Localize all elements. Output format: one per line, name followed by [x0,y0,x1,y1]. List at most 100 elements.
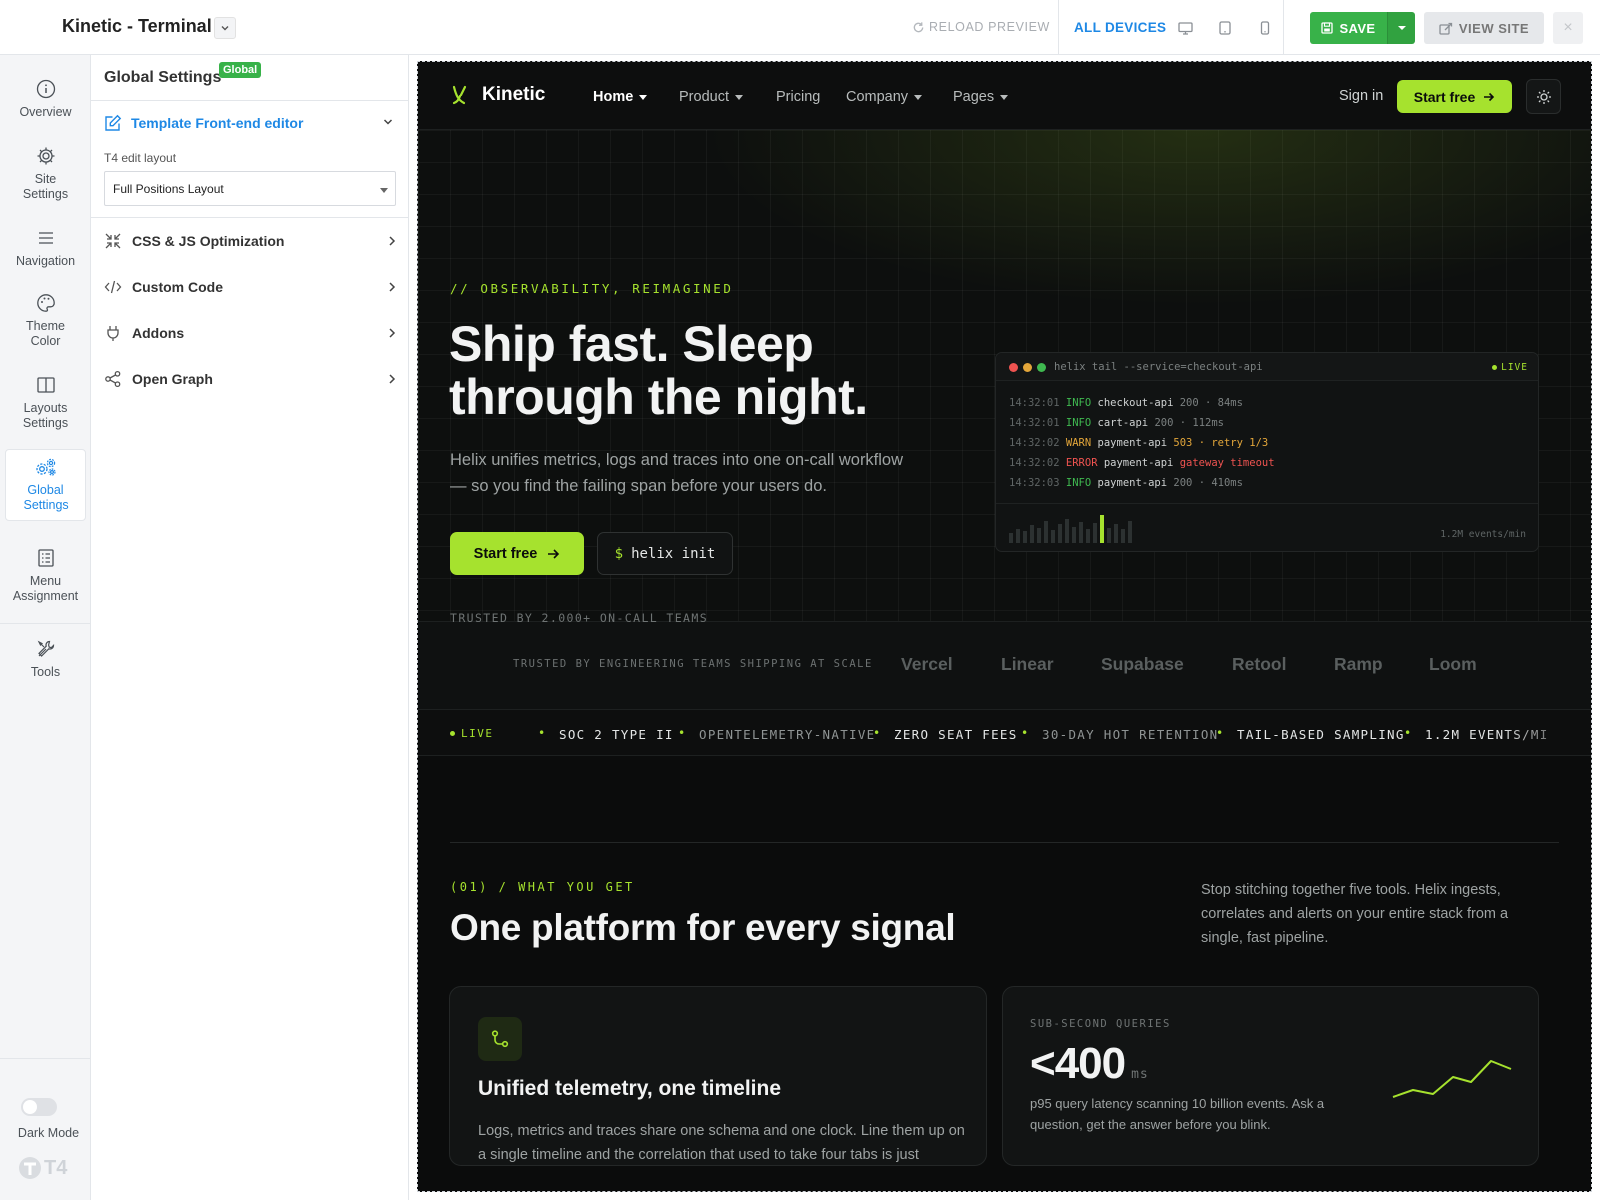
rail-item-menu-assignment[interactable]: Menu Assignment [5,548,86,604]
nav-home[interactable]: Home [593,89,648,105]
close-button[interactable]: × [1553,12,1583,44]
settings-panel: Global Settings Global Template Front-en… [91,55,409,1200]
log-line: 14:32:01 INFO checkout-api 200 · 84ms [1009,397,1243,409]
customer-logo: Vercel [901,654,953,674]
view-site-label: VIEW SITE [1458,20,1530,36]
log-service: checkout-api [1097,397,1174,409]
log-service: payment-api [1097,437,1168,449]
top-toolbar: Kinetic - Terminal RELOAD PREVIEW ALL DE… [0,0,1600,55]
tablet-icon[interactable] [1216,19,1234,37]
rail-item-label: Theme Color [26,319,65,348]
edit-layout-select[interactable]: Full Positions Layout [104,171,396,206]
rail-item-global-settings[interactable]: Global Settings [5,449,86,521]
reload-preview-button[interactable]: RELOAD PREVIEW [912,20,1050,34]
log-line: 14:32:02 WARN payment-api 503 · retry 1/… [1009,437,1268,449]
rail-item-label: Site Settings [22,172,69,201]
mobile-icon[interactable] [1256,19,1274,37]
chevron-down-icon[interactable] [383,118,393,126]
rail-item-tools[interactable]: Tools [5,639,86,680]
desktop-icon[interactable] [1176,19,1194,37]
rail-item-layouts-settings[interactable]: Layouts Settings [5,375,86,431]
site-brand[interactable]: Kinetic [451,84,545,106]
section-label: Template Front-end editor [131,115,304,131]
nav-company[interactable]: Company [846,89,923,105]
save-button[interactable]: SAVE [1310,12,1387,44]
t4-logo-text: T4 [44,1156,68,1179]
site-preview-frame[interactable]: Kinetic Home Product Pricing Company Pag… [417,61,1592,1192]
logos-label: TRUSTED BY ENGINEERING TEAMS SHIPPING AT… [513,658,873,670]
dark-mode-label: Dark Mode [17,1126,80,1140]
section-label: Custom Code [132,279,223,295]
live-label: LIVE [461,727,494,740]
separator-dot: • [1216,726,1224,740]
terminal-command: helix tail --service=checkout-api [1054,361,1263,373]
hero-start-free-button[interactable]: Start free [450,532,584,575]
dark-mode-toggle[interactable] [21,1098,57,1116]
terminal-header: helix tail --service=checkout-api LIVE [996,353,1538,381]
view-site-button[interactable]: VIEW SITE [1424,12,1544,44]
rail-item-site-settings[interactable]: Site Settings [5,146,86,202]
code-icon [104,278,122,296]
reload-preview-label: RELOAD PREVIEW [929,20,1050,34]
nav-start-free-button[interactable]: Start free [1397,80,1512,113]
rail-item-overview[interactable]: Overview [5,79,86,120]
theme-toggle-button[interactable] [1526,79,1561,114]
brand-name: Kinetic [482,84,546,105]
branch-icon [478,1017,522,1061]
section-custom-code[interactable]: Custom Code [104,277,396,297]
list-icon [36,548,56,574]
section-css-js-optimization[interactable]: CSS & JS Optimization [104,231,396,251]
log-level: WARN [1065,437,1092,449]
title-dropdown-button[interactable] [214,17,236,39]
section-addons[interactable]: Addons [104,323,396,343]
log-time: 14:32:01 [1009,397,1060,409]
section-open-graph[interactable]: Open Graph [104,369,396,389]
log-detail: 200 · 84ms [1179,397,1243,409]
arrow-right-icon [547,548,560,560]
rail-item-theme-color[interactable]: Theme Color [5,293,86,349]
plug-icon [104,324,122,342]
log-level: ERROR [1065,457,1098,469]
log-level: INFO [1065,477,1092,489]
nav-product[interactable]: Product [679,89,743,105]
event-rate: 1.2M events/min [1440,529,1526,540]
divider [91,100,409,101]
compress-icon [104,232,122,250]
rail-item-navigation[interactable]: Navigation [5,228,86,269]
app-title: Kinetic - Terminal [62,16,212,36]
save-options-dropdown[interactable] [1387,12,1415,44]
nav-pricing[interactable]: Pricing [776,89,820,105]
floppy-icon [1321,22,1334,34]
section-title: One platform for every signal [450,907,956,948]
sign-in-link[interactable]: Sign in [1339,88,1383,104]
kinetic-logo-icon [451,84,471,106]
rail-item-label: Global Settings [23,483,69,512]
card-label: SUB-SECOND QUERIES [1030,1018,1171,1030]
ticker-live-indicator: LIVE [450,727,494,740]
section-label: Addons [132,325,185,341]
hero-subtitle: Helix unifies metrics, logs and traces i… [450,451,904,495]
share-icon [104,370,122,388]
log-detail: 503 · retry 1/3 [1173,437,1269,449]
chevron-right-icon [388,328,396,338]
select-value: Full Positions Layout [113,182,224,196]
rail-item-label: Overview [19,105,72,119]
tools-icon [36,639,56,665]
gears-icon [34,457,58,483]
template-frontend-editor-toggle[interactable]: Template Front-end editor [104,114,303,132]
external-edit-icon [1439,22,1453,35]
palette-icon [36,293,56,319]
all-devices-button[interactable]: ALL DEVICES [1074,20,1166,35]
log-line: 14:32:01 INFO cart-api 200 · 112ms [1009,417,1224,429]
edit-icon [104,114,122,132]
caret-down-icon [1000,94,1009,100]
log-line: 14:32:03 INFO payment-api 200 · 410ms [1009,477,1243,489]
live-label: LIVE [1501,362,1528,373]
helix-init-command-button[interactable]: $ helix init [597,532,733,575]
live-dot [450,731,455,736]
log-time: 14:32:01 [1009,417,1060,429]
ticker-item: 30-DAY HOT RETENTION [1042,727,1219,742]
live-indicator: LIVE [1492,362,1528,373]
nav-pages[interactable]: Pages [953,89,1009,105]
separator-dot: • [538,726,546,740]
